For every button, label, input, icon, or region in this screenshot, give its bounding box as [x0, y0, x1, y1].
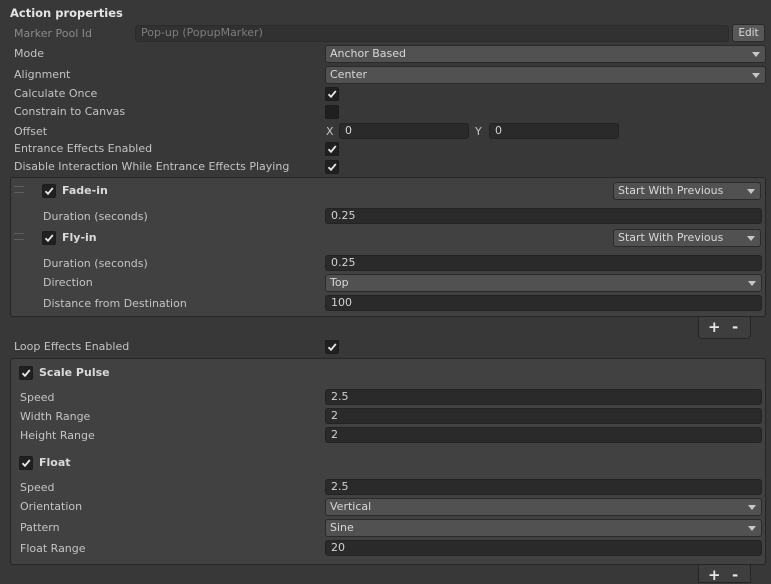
- offset-x-label: X: [326, 125, 334, 138]
- checkmark-icon: [327, 90, 337, 99]
- remove-entrance-effect-button[interactable]: -: [732, 318, 738, 336]
- disable-interaction-checkbox[interactable]: [325, 160, 339, 174]
- mode-value: Anchor Based: [330, 47, 407, 60]
- chevron-down-icon: [747, 236, 755, 241]
- height-range-label: Height Range: [20, 429, 95, 442]
- scale-pulse-speed-input[interactable]: 2.5: [325, 389, 762, 405]
- pattern-dropdown[interactable]: Sine: [325, 519, 762, 537]
- chevron-down-icon: [747, 189, 755, 194]
- orientation-value: Vertical: [330, 500, 372, 513]
- entrance-enabled-checkbox[interactable]: [325, 142, 339, 156]
- fly-in-timing-dropdown[interactable]: Start With Previous: [613, 229, 761, 247]
- checkmark-icon: [327, 145, 337, 154]
- remove-loop-effect-button[interactable]: -: [732, 566, 738, 584]
- offset-label: Offset: [14, 125, 48, 138]
- height-range-input[interactable]: 2: [325, 427, 762, 443]
- fade-in-timing-dropdown[interactable]: Start With Previous: [613, 182, 761, 200]
- entrance-enabled-label: Entrance Effects Enabled: [14, 142, 153, 155]
- add-loop-effect-button[interactable]: +: [708, 566, 721, 584]
- mode-dropdown[interactable]: Anchor Based: [325, 45, 766, 63]
- constrain-label: Constrain to Canvas: [14, 105, 126, 118]
- scale-pulse-speed-label: Speed: [20, 391, 55, 404]
- float-range-label: Float Range: [20, 542, 86, 555]
- offset-x-input[interactable]: 0: [339, 123, 469, 139]
- fade-in-timing-value: Start With Previous: [618, 184, 724, 197]
- checkmark-icon: [44, 187, 54, 196]
- fade-in-checkbox[interactable]: [42, 184, 56, 198]
- constrain-checkbox[interactable]: [325, 105, 339, 119]
- checkmark-icon: [44, 234, 54, 243]
- chevron-down-icon: [748, 281, 756, 286]
- fade-in-title: Fade-in: [62, 184, 108, 197]
- offset-y-input[interactable]: 0: [489, 123, 619, 139]
- fly-in-direction-value: Top: [330, 276, 349, 289]
- fade-in-duration-input[interactable]: 0.25: [325, 208, 762, 224]
- fly-in-title: Fly-in: [62, 231, 97, 244]
- calculate-once-label: Calculate Once: [14, 87, 98, 100]
- fly-in-direction-label: Direction: [43, 276, 93, 289]
- alignment-label: Alignment: [14, 68, 71, 81]
- loop-enabled-checkbox[interactable]: [325, 340, 339, 354]
- pattern-label: Pattern: [20, 521, 60, 534]
- marker-pool-label: Marker Pool Id: [14, 27, 92, 40]
- checkmark-icon: [327, 163, 337, 172]
- orientation-label: Orientation: [20, 500, 83, 513]
- add-entrance-effect-button[interactable]: +: [708, 318, 721, 336]
- edit-button[interactable]: Edit: [732, 24, 765, 42]
- loop-list-controls: + -: [698, 565, 751, 584]
- alignment-value: Center: [330, 68, 368, 81]
- drag-handle-icon[interactable]: [14, 233, 24, 240]
- offset-y-label: Y: [475, 125, 482, 138]
- fly-in-direction-dropdown[interactable]: Top: [325, 274, 762, 292]
- checkmark-icon: [21, 459, 31, 468]
- drag-handle-icon[interactable]: [14, 186, 24, 193]
- mode-label: Mode: [14, 47, 44, 60]
- loop-enabled-label: Loop Effects Enabled: [14, 340, 130, 353]
- float-range-input[interactable]: 20: [325, 540, 762, 556]
- fade-in-duration-label: Duration (seconds): [43, 210, 148, 223]
- chevron-down-icon: [752, 73, 760, 78]
- scale-pulse-title: Scale Pulse: [39, 366, 110, 379]
- checkmark-icon: [327, 343, 337, 352]
- width-range-input[interactable]: 2: [325, 408, 762, 424]
- orientation-dropdown[interactable]: Vertical: [325, 498, 762, 516]
- marker-pool-field: Pop-up (PopupMarker): [135, 25, 729, 42]
- fly-in-timing-value: Start With Previous: [618, 231, 724, 244]
- checkmark-icon: [21, 369, 31, 378]
- float-checkbox[interactable]: [19, 456, 33, 470]
- chevron-down-icon: [748, 505, 756, 510]
- width-range-label: Width Range: [20, 410, 91, 423]
- fly-in-distance-input[interactable]: 100: [325, 295, 762, 311]
- scale-pulse-checkbox[interactable]: [19, 366, 33, 380]
- entrance-list-controls: + -: [698, 317, 751, 339]
- fly-in-checkbox[interactable]: [42, 231, 56, 245]
- fly-in-distance-label: Distance from Destination: [43, 297, 187, 310]
- fly-in-duration-input[interactable]: 0.25: [325, 255, 762, 271]
- float-speed-input[interactable]: 2.5: [325, 479, 762, 495]
- calculate-once-checkbox[interactable]: [325, 87, 339, 101]
- chevron-down-icon: [748, 526, 756, 531]
- fly-in-duration-label: Duration (seconds): [43, 257, 148, 270]
- chevron-down-icon: [752, 52, 760, 57]
- section-title: Action properties: [10, 6, 123, 20]
- alignment-dropdown[interactable]: Center: [325, 66, 766, 84]
- float-speed-label: Speed: [20, 481, 55, 494]
- float-title: Float: [39, 456, 71, 469]
- pattern-value: Sine: [330, 521, 354, 534]
- disable-interaction-label: Disable Interaction While Entrance Effec…: [14, 160, 290, 173]
